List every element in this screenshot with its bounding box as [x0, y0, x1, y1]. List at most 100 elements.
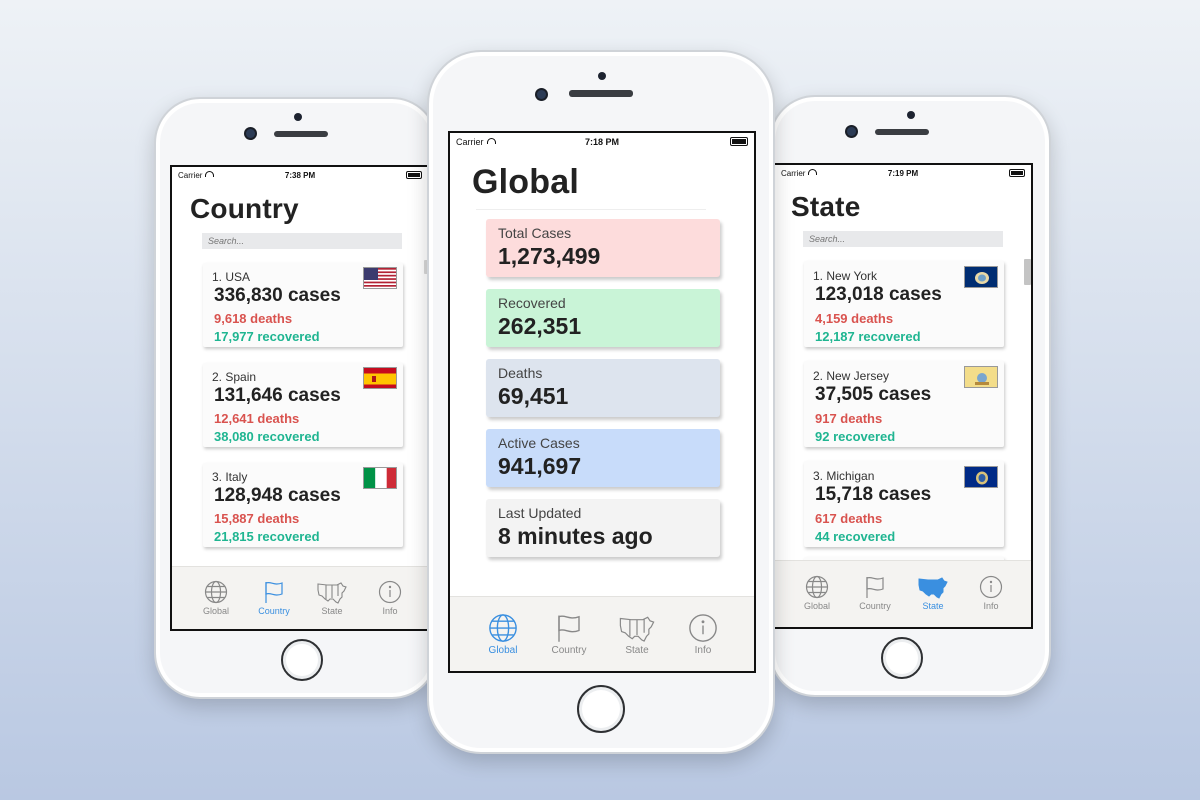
deaths-card: Deaths 69,451: [486, 359, 720, 417]
status-time: 7:38 PM: [284, 171, 316, 180]
flag-icon: [265, 581, 283, 603]
item-deaths: 9,618 deaths: [214, 311, 293, 326]
earpiece-speaker: [875, 129, 929, 135]
stat-value: 69,451: [498, 383, 569, 409]
earpiece-speaker: [274, 131, 328, 137]
us-map-icon: [619, 616, 655, 642]
home-button[interactable]: [577, 685, 625, 733]
proximity-sensor: [598, 72, 606, 80]
search-input[interactable]: [202, 233, 402, 249]
tab-country[interactable]: Country: [536, 613, 602, 656]
globe-icon: [204, 580, 228, 604]
scrollbar[interactable]: [1024, 259, 1031, 285]
info-icon: [689, 614, 717, 642]
tab-info[interactable]: Info: [362, 580, 418, 616]
stat-value: 1,273,499: [498, 243, 601, 269]
tab-info[interactable]: Info: [670, 613, 736, 656]
stat-label: Active Cases: [498, 435, 580, 451]
tab-state[interactable]: State: [604, 613, 670, 656]
tab-label: Global: [488, 645, 518, 656]
new-york-flag-icon: [964, 266, 998, 288]
item-cases: 131,646 cases: [214, 385, 341, 406]
info-icon: [378, 580, 402, 604]
us-map-icon: [918, 577, 948, 599]
item-deaths: 617 deaths: [815, 511, 883, 526]
list-item[interactable]: 2. Spain 131,646 cases 12,641 deaths 38,…: [203, 363, 403, 447]
tab-global[interactable]: Global: [470, 613, 536, 656]
tab-label: Global: [202, 606, 229, 616]
item-recovered: 44 recovered: [815, 529, 896, 544]
list-item[interactable]: 1. USA 336,830 cases 9,618 deaths 17,977…: [203, 263, 403, 347]
item-recovered: 21,815 recovered: [214, 529, 320, 544]
home-button[interactable]: [281, 639, 323, 681]
item-recovered: 17,977 recovered: [214, 329, 320, 344]
state-screen: Carrier 7:19 PM State 1. New York 123,01…: [773, 163, 1033, 629]
item-deaths: 917 deaths: [815, 411, 883, 426]
phone-state: Carrier 7:19 PM State 1. New York 123,01…: [769, 95, 1051, 697]
tab-label: State: [922, 601, 944, 611]
stat-label: Last Updated: [498, 505, 582, 521]
tab-bar: Global Country State Info: [172, 566, 428, 629]
list-item[interactable]: 3. Italy 128,948 cases 15,887 deaths 21,…: [203, 463, 403, 547]
battery-icon: [730, 137, 748, 146]
proximity-sensor: [294, 113, 302, 121]
tab-label: State: [321, 606, 343, 616]
item-deaths: 4,159 deaths: [815, 311, 894, 326]
tab-global[interactable]: Global: [789, 575, 845, 611]
home-button[interactable]: [881, 637, 923, 679]
page-title: Country: [190, 193, 299, 224]
search-input[interactable]: [803, 231, 1003, 247]
globe-icon: [805, 575, 829, 599]
front-camera: [847, 127, 856, 136]
status-time: 7:18 PM: [584, 137, 619, 147]
stat-label: Total Cases: [498, 225, 572, 241]
active-cases-card: Active Cases 941,697: [486, 429, 720, 487]
stat-label: Recovered: [498, 295, 566, 311]
battery-icon: [1009, 169, 1025, 177]
item-cases: 37,505 cases: [815, 384, 932, 405]
front-camera: [537, 90, 546, 99]
stat-value: 262,351: [498, 313, 582, 339]
new-jersey-flag-icon: [964, 366, 998, 388]
stat-value: 8 minutes ago: [498, 523, 653, 549]
item-rank: 2. New Jersey: [813, 369, 890, 383]
stat-label: Deaths: [498, 365, 543, 381]
tab-country[interactable]: Country: [246, 580, 302, 616]
tab-state[interactable]: State: [304, 580, 360, 616]
italy-flag-icon: [363, 467, 397, 489]
earpiece-speaker: [569, 90, 633, 97]
tab-label: Country: [859, 601, 891, 611]
item-rank: 3. Italy: [212, 470, 248, 484]
page-title: State: [791, 191, 861, 222]
phone-global: Carrier 7:18 PM Global Total Cases 1,273…: [427, 50, 775, 754]
title-divider: [476, 209, 706, 210]
item-rank: 1. New York: [813, 269, 878, 283]
item-cases: 336,830 cases: [214, 285, 341, 306]
item-rank: 3. Michigan: [813, 469, 875, 483]
list-item[interactable]: 3. Michigan 15,718 cases 617 deaths 44 r…: [804, 461, 1004, 547]
list-item[interactable]: 2. New Jersey 37,505 cases 917 deaths 92…: [804, 361, 1004, 447]
front-camera: [246, 129, 255, 138]
us-map-icon: [317, 582, 347, 604]
tab-info[interactable]: Info: [963, 575, 1019, 611]
country-screen: Carrier 7:38 PM Country 1. USA 336,830 c…: [170, 165, 430, 631]
tab-country[interactable]: Country: [847, 575, 903, 611]
usa-flag-icon: [363, 267, 397, 289]
tab-global[interactable]: Global: [188, 580, 244, 616]
tab-bar: Global Country State Info: [450, 596, 754, 671]
tab-state[interactable]: State: [905, 575, 961, 611]
item-rank: 2. Spain: [212, 370, 257, 384]
stat-value: 941,697: [498, 453, 582, 479]
tab-label: Info: [694, 645, 712, 656]
tab-label: State: [625, 645, 649, 656]
status-time: 7:19 PM: [887, 169, 919, 178]
battery-icon: [406, 171, 422, 179]
flag-icon: [866, 576, 884, 598]
info-icon: [979, 575, 1003, 599]
recovered-card: Recovered 262,351: [486, 289, 720, 347]
tab-label: Country: [551, 645, 587, 656]
globe-icon: [489, 614, 517, 642]
list-item[interactable]: 1. New York 123,018 cases 4,159 deaths 1…: [804, 261, 1004, 347]
total-cases-card: Total Cases 1,273,499: [486, 219, 720, 277]
item-recovered: 12,187 recovered: [815, 329, 921, 344]
